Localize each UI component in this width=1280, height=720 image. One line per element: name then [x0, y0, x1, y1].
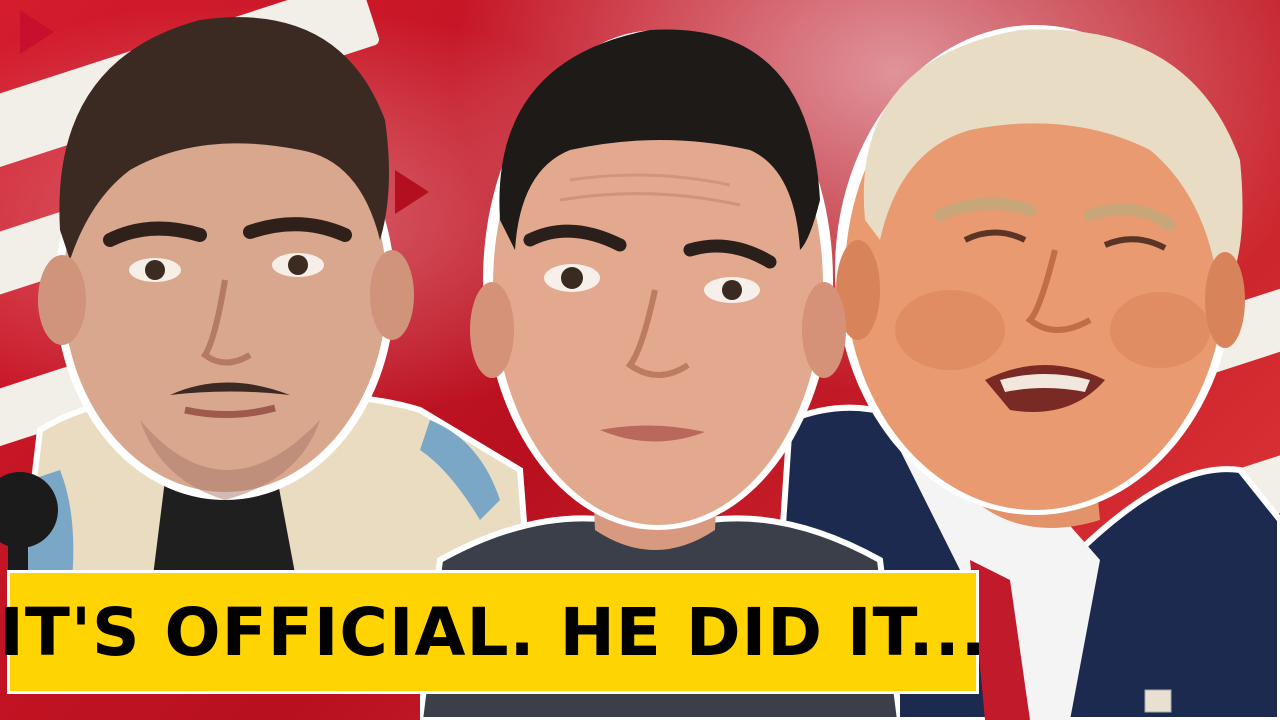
caption-text: IT'S OFFICIAL. HE DID IT... — [0, 593, 987, 671]
caption-banner: IT'S OFFICIAL. HE DID IT... — [0, 573, 986, 691]
video-thumbnail[interactable]: IT'S OFFICIAL. HE DID IT... — [0, 0, 1280, 720]
